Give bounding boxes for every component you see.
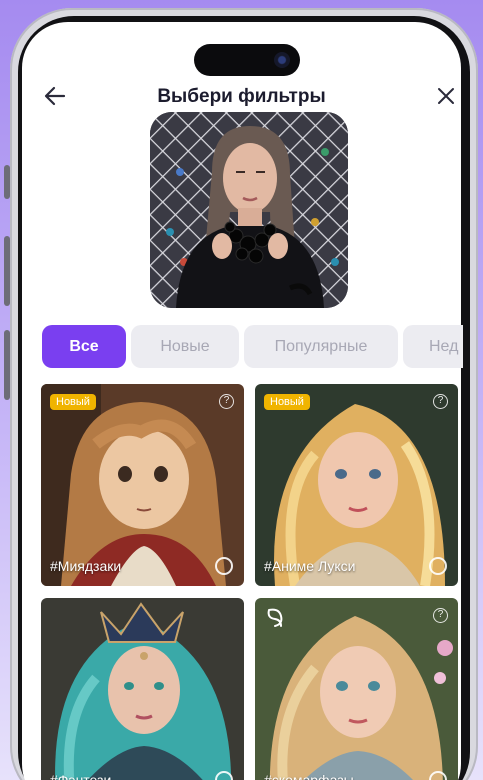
filter-label: #Аниме Лукси: [264, 558, 356, 574]
anime-luxe-style-image: [255, 384, 458, 586]
filter-card-skomarfazy[interactable]: ? #скомарфазы: [255, 598, 458, 780]
fantasy-style-image: [41, 598, 244, 780]
page-title: Выбери фильтры: [157, 86, 326, 107]
mute-switch: [4, 165, 10, 199]
filter-label: #скомарфазы: [264, 772, 354, 780]
help-icon[interactable]: ?: [433, 394, 448, 409]
new-badge: Новый: [50, 394, 96, 410]
filter-label: #Фэнтези: [50, 772, 112, 780]
camera-icon: [274, 52, 290, 68]
select-radio[interactable]: [429, 557, 447, 575]
miyazaki-style-image: [41, 384, 244, 586]
select-radio[interactable]: [215, 557, 233, 575]
volume-down-button: [4, 330, 10, 400]
brand-logo-icon: [267, 608, 283, 627]
tab-new[interactable]: Новые: [131, 325, 239, 368]
close-icon: [438, 88, 454, 104]
help-icon[interactable]: ?: [219, 394, 234, 409]
close-button[interactable]: [434, 84, 458, 108]
filter-card-fantasy[interactable]: #Фэнтези: [41, 598, 244, 780]
tab-all[interactable]: Все: [42, 325, 126, 368]
volume-up-button: [4, 236, 10, 306]
tab-week[interactable]: Нед: [403, 325, 463, 368]
filter-card-miyazaki[interactable]: Новый ? #Миядзаки: [41, 384, 244, 586]
help-icon[interactable]: ?: [433, 608, 448, 623]
selected-photo-preview: [150, 112, 348, 308]
new-badge: Новый: [264, 394, 310, 410]
filter-label: #Миядзаки: [50, 558, 122, 574]
filter-category-tabs: Все Новые Популярные Нед: [42, 325, 463, 369]
dynamic-island: [194, 44, 300, 76]
tab-popular[interactable]: Популярные: [244, 325, 398, 368]
portrait-image: [150, 112, 348, 308]
filter-card-anime-luxe[interactable]: Новый ? #Аниме Лукси: [255, 384, 458, 586]
